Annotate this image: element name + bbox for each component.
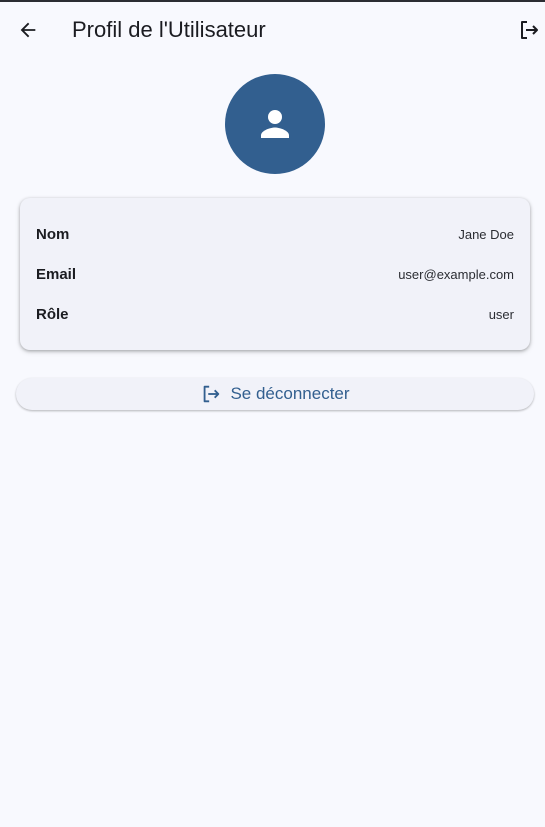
avatar (225, 74, 325, 174)
arrow-back-icon (20, 22, 36, 38)
app-bar: Profil de l'Utilisateur (0, 2, 545, 58)
back-button[interactable] (14, 16, 42, 44)
logout-button[interactable]: Se déconnecter (16, 378, 534, 410)
name-value: Jane Doe (458, 226, 514, 242)
profile-row-name: Nom Jane Doe (36, 222, 514, 246)
logout-icon (521, 21, 538, 39)
page-title: Profil de l'Utilisateur (72, 17, 266, 42)
role-value: user (488, 306, 514, 322)
logout-action-button[interactable] (515, 16, 543, 44)
email-label: Email (36, 265, 77, 283)
role-label: Rôle (36, 305, 69, 323)
logout-icon (204, 385, 220, 403)
profile-row-role: Rôle user (36, 302, 514, 326)
logout-button-icon-wrap (200, 383, 222, 405)
profile-info-card: Nom Jane Doe Email user@example.com Rôle… (20, 198, 530, 350)
email-value: user@example.com (398, 266, 514, 282)
person-icon (261, 110, 289, 138)
name-label: Nom (36, 225, 70, 243)
profile-row-email: Email user@example.com (36, 262, 514, 286)
logout-button-label: Se déconnecter (230, 384, 350, 403)
